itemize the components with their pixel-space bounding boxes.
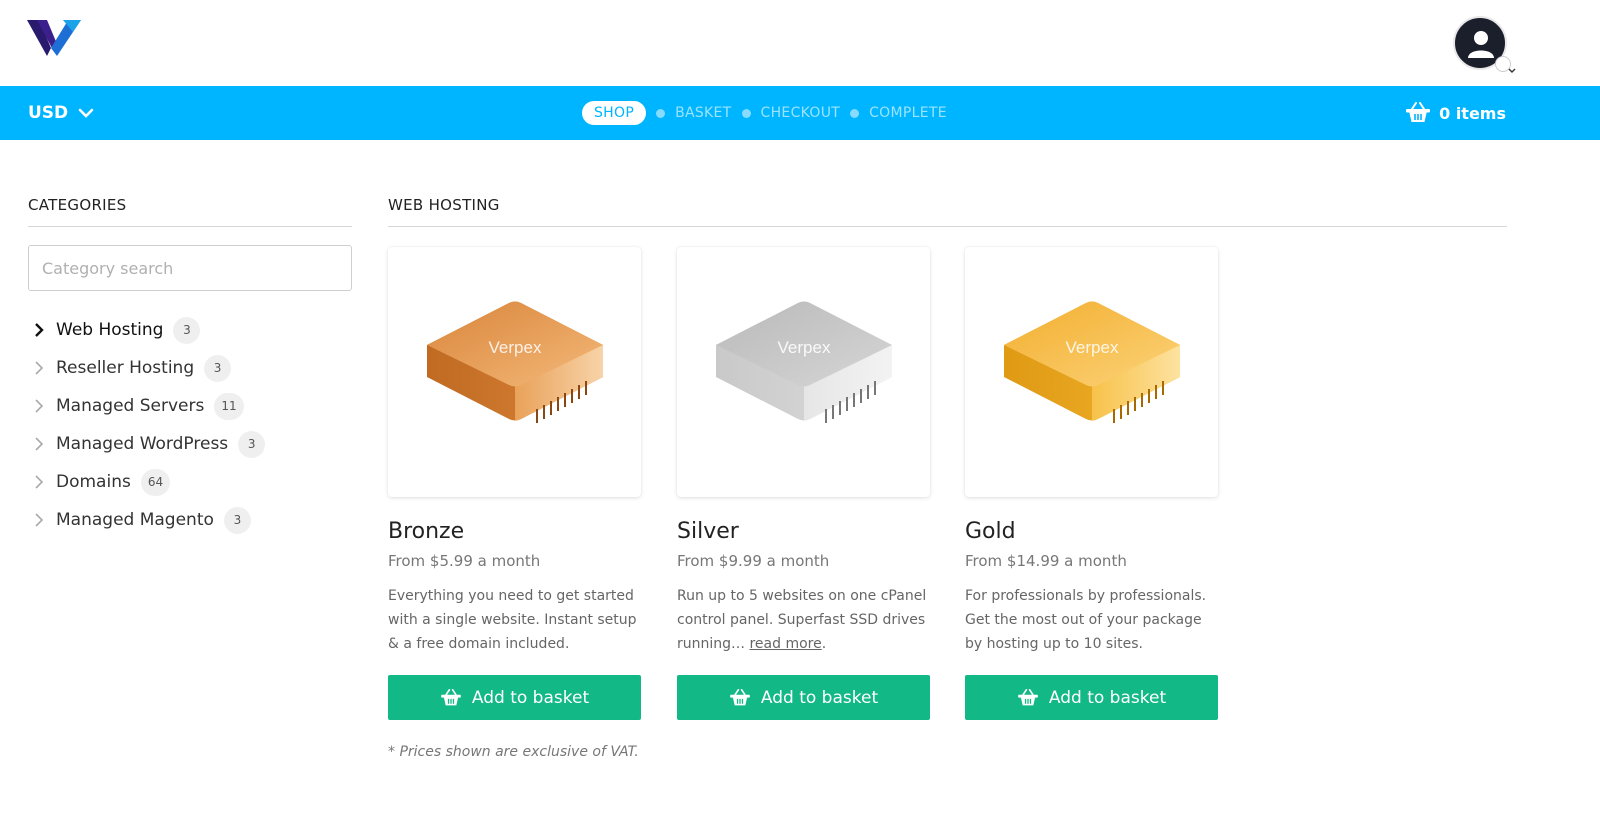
- sidebar-item-web-hosting[interactable]: Web Hosting 3: [28, 311, 352, 349]
- step-dot: [850, 108, 860, 118]
- category-sidebar: CATEGORIES Web Hosting 3 Reseller Hostin…: [28, 196, 352, 539]
- server-box-icon: Verpex: [426, 301, 603, 423]
- add-to-basket-button[interactable]: Add to basket: [388, 675, 641, 720]
- categories-heading: CATEGORIES: [28, 196, 352, 227]
- category-search-input[interactable]: [28, 245, 352, 291]
- sidebar-item-label: Reseller Hosting: [56, 358, 195, 378]
- count-badge: 3: [204, 354, 232, 382]
- brand-text: Verpex: [488, 338, 541, 357]
- step-basket[interactable]: BASKET: [675, 105, 731, 121]
- step-shop[interactable]: SHOP: [582, 101, 647, 125]
- product-price: From $5.99 a month: [388, 552, 541, 570]
- product-description: Run up to 5 websites on one cPanel contr…: [677, 588, 927, 652]
- basket-icon: [1018, 688, 1038, 705]
- add-to-basket-button[interactable]: Add to basket: [965, 675, 1218, 720]
- basket-icon: [441, 688, 461, 705]
- checkout-steps: SHOP BASKET CHECKOUT COMPLETE: [582, 100, 947, 126]
- sidebar-item-label: Managed Magento: [56, 510, 214, 530]
- chevron-right-icon: [28, 437, 56, 451]
- category-list: Web Hosting 3 Reseller Hosting 3 Managed…: [28, 311, 352, 539]
- sidebar-item-managed-magento[interactable]: Managed Magento 3: [28, 501, 352, 539]
- sidebar-item-label: Web Hosting: [56, 320, 164, 340]
- add-to-basket-label: Add to basket: [1048, 687, 1167, 708]
- count-badge: 3: [173, 316, 201, 344]
- chevron-down-icon: [1495, 56, 1516, 73]
- step-dot: [741, 108, 751, 118]
- product-card-gold: Verpex Gold From $14.99 a month For prof…: [965, 247, 1218, 720]
- sidebar-item-reseller-hosting[interactable]: Reseller Hosting 3: [28, 349, 352, 387]
- count-badge: 11: [214, 392, 244, 420]
- read-more-link[interactable]: read more: [749, 636, 821, 652]
- add-to-basket-button[interactable]: Add to basket: [677, 675, 930, 720]
- checkout-navbar: USD SHOP BASKET CHECKOUT COMPLETE 0 item…: [0, 86, 1600, 140]
- step-complete[interactable]: COMPLETE: [869, 105, 947, 121]
- product-image[interactable]: Verpex: [677, 247, 930, 497]
- product-image[interactable]: Verpex: [965, 247, 1218, 497]
- server-box-icon: Verpex: [1003, 301, 1180, 423]
- verpex-logo-icon[interactable]: [27, 18, 85, 60]
- currency-selector[interactable]: USD: [28, 86, 94, 140]
- chevron-right-icon: [28, 513, 56, 527]
- product-card-silver: Verpex Silver From $9.99 a month Run up …: [677, 247, 930, 720]
- count-badge: 3: [238, 430, 266, 458]
- product-name: Gold: [965, 519, 1016, 544]
- brand-text: Verpex: [777, 338, 830, 357]
- basket-count-label: 0 items: [1439, 103, 1506, 123]
- chevron-right-icon: [28, 475, 56, 489]
- product-card-bronze: Verpex Bronze From $5.99 a month Everyth…: [388, 247, 641, 720]
- user-avatar-icon[interactable]: [1453, 16, 1516, 73]
- add-to-basket-label: Add to basket: [471, 687, 590, 708]
- sidebar-item-label: Domains: [56, 472, 131, 492]
- product-price: From $9.99 a month: [677, 552, 830, 570]
- count-badge: 3: [223, 506, 251, 534]
- chevron-right-icon: [28, 361, 56, 375]
- count-badge: 64: [140, 468, 171, 496]
- step-dot: [656, 108, 666, 118]
- basket-icon: [1406, 102, 1431, 122]
- brand-text: Verpex: [1065, 338, 1118, 357]
- chevron-right-icon: [28, 399, 56, 413]
- sidebar-item-label: Managed WordPress: [56, 434, 229, 454]
- product-section: WEB HOSTING Verpex Bronze From $5.99 a m…: [388, 196, 1507, 767]
- page-title: WEB HOSTING: [388, 196, 1507, 227]
- server-box-icon: Verpex: [715, 301, 892, 423]
- sidebar-item-domains[interactable]: Domains 64: [28, 463, 352, 501]
- product-price: From $14.99 a month: [965, 552, 1127, 570]
- vat-note: * Prices shown are exclusive of VAT.: [388, 744, 639, 760]
- product-name: Bronze: [388, 519, 465, 544]
- chevron-down-icon: [78, 108, 94, 118]
- basket-link[interactable]: 0 items: [1405, 86, 1506, 140]
- basket-icon: [730, 688, 750, 705]
- sidebar-item-managed-servers[interactable]: Managed Servers 11: [28, 387, 352, 425]
- currency-label: USD: [28, 103, 69, 123]
- product-image[interactable]: Verpex: [388, 247, 641, 497]
- chevron-right-icon: [28, 323, 56, 337]
- step-checkout[interactable]: CHECKOUT: [761, 105, 841, 121]
- top-header: [0, 0, 1600, 86]
- product-description: Everything you need to get started with …: [388, 588, 637, 652]
- product-description: For professionals by professionals. Get …: [965, 588, 1207, 652]
- product-name: Silver: [677, 519, 739, 544]
- sidebar-item-label: Managed Servers: [56, 396, 205, 416]
- add-to-basket-label: Add to basket: [760, 687, 879, 708]
- product-grid: Verpex Bronze From $5.99 a month Everyth…: [388, 247, 1507, 767]
- sidebar-item-managed-wordpress[interactable]: Managed WordPress 3: [28, 425, 352, 463]
